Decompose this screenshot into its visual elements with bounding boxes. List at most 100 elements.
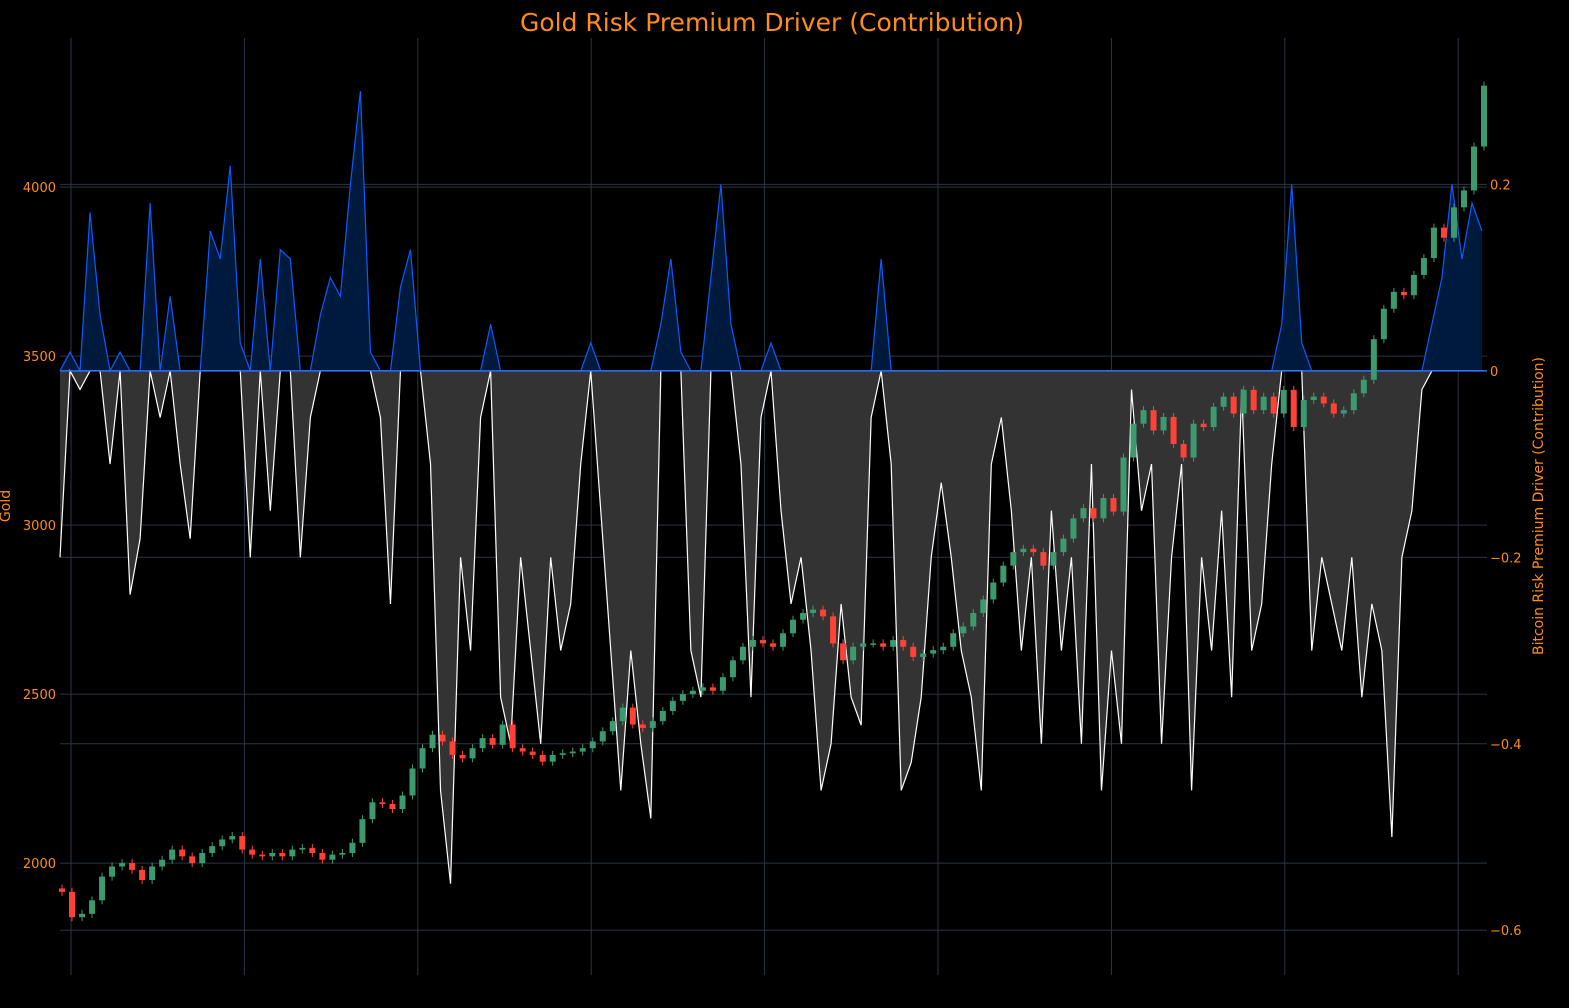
candle-down xyxy=(1110,498,1117,512)
candle-up xyxy=(469,748,476,759)
candle-down xyxy=(1180,443,1187,458)
candle-up xyxy=(1380,308,1387,340)
candle-up xyxy=(599,731,606,742)
candle-up xyxy=(719,677,726,691)
candle-up xyxy=(729,660,736,678)
candle-up xyxy=(1020,548,1027,553)
candle-up xyxy=(1160,416,1167,431)
candle-up xyxy=(960,626,967,634)
candle-down xyxy=(1170,416,1177,444)
candle-up xyxy=(1050,552,1057,566)
candle-down xyxy=(709,687,716,691)
candle-down xyxy=(910,646,917,657)
candle-up xyxy=(1060,538,1067,553)
candle-up xyxy=(749,640,756,647)
candle-up xyxy=(269,852,276,857)
candle-down xyxy=(379,802,386,804)
candle-up xyxy=(559,753,566,755)
candle-up xyxy=(739,646,746,661)
candle-up xyxy=(229,836,236,840)
candle-up xyxy=(699,687,706,691)
candle-up xyxy=(609,721,616,732)
candle-up xyxy=(1410,274,1417,296)
left-axis-label: Gold xyxy=(0,490,14,522)
candle-up xyxy=(399,795,406,810)
candle-down xyxy=(639,724,646,728)
candle-down xyxy=(489,738,496,745)
candle-down xyxy=(259,854,266,857)
candle-up xyxy=(199,852,206,864)
candle-down xyxy=(770,643,776,647)
candle-up xyxy=(780,633,787,647)
candle-down xyxy=(529,751,536,755)
candle-up xyxy=(1010,552,1017,566)
candle-down xyxy=(1200,423,1207,428)
candle-down xyxy=(129,863,136,870)
candle-up xyxy=(109,866,116,877)
left-tick-label: 2000 xyxy=(23,857,56,872)
candle-down xyxy=(840,643,847,661)
candle-down xyxy=(389,803,396,810)
candle-down xyxy=(1330,403,1337,414)
candle-down xyxy=(629,707,636,725)
candle-down xyxy=(179,849,186,857)
chart: 2000 2500 3000 3500 4000 0.2 0 −0.2 −0.4 −0.6 Gol… xyxy=(0,8,1547,975)
candle-down xyxy=(1320,396,1327,404)
candle-up xyxy=(1420,258,1427,275)
candle-up xyxy=(1360,379,1367,394)
candle-up xyxy=(1340,410,1347,414)
candle-up xyxy=(99,876,106,901)
candle-up xyxy=(930,650,937,654)
positive-line xyxy=(59,91,1483,373)
candle-down xyxy=(439,734,446,742)
candle-up xyxy=(950,633,957,647)
candle-down xyxy=(319,852,326,860)
candle-up xyxy=(659,711,666,722)
candle-up xyxy=(159,859,166,867)
candle-down xyxy=(1290,389,1297,428)
candle-down xyxy=(459,754,466,759)
candle-up xyxy=(1470,146,1477,191)
candle-up xyxy=(359,819,366,843)
candle-up xyxy=(419,748,426,769)
candle-up xyxy=(589,741,596,749)
right-tick-label: −0.6 xyxy=(1490,924,1522,939)
candle-up xyxy=(569,751,576,754)
candle-down xyxy=(1090,508,1097,519)
candle-up xyxy=(860,643,867,647)
candle-up xyxy=(679,694,686,701)
candle-up xyxy=(499,724,506,745)
left-tick-label: 2500 xyxy=(23,688,56,703)
contribution-series xyxy=(59,91,1487,884)
candle-down xyxy=(1150,410,1157,431)
candle-up xyxy=(479,738,486,749)
candle-up xyxy=(800,612,807,620)
candle-up xyxy=(1350,393,1357,411)
candle-down xyxy=(1400,291,1407,296)
candle-up xyxy=(289,849,296,857)
candle-down xyxy=(880,643,887,647)
candle-up xyxy=(1280,389,1287,414)
candle-up xyxy=(1370,339,1377,380)
candle-up xyxy=(689,690,696,695)
chart-title: Gold Risk Premium Driver (Contribution) xyxy=(520,8,1024,37)
candle-down xyxy=(59,888,65,892)
grid xyxy=(60,38,1487,975)
candle-down xyxy=(900,640,907,647)
candle-up xyxy=(1450,207,1457,238)
candle-down xyxy=(249,849,256,855)
candle-up xyxy=(810,609,817,613)
candle-up xyxy=(429,734,436,749)
candle-up xyxy=(89,900,96,914)
candle-up xyxy=(669,700,676,712)
candle-up xyxy=(1100,498,1107,519)
candle-up xyxy=(219,839,226,847)
candle-up xyxy=(1190,423,1197,458)
candle-down xyxy=(239,836,246,850)
candle-up xyxy=(940,646,947,651)
candle-down xyxy=(1040,552,1047,566)
candle-up xyxy=(549,754,556,762)
negative-area xyxy=(60,370,1482,884)
right-axis-label: Bitcoin Risk Premium Driver (Contributio… xyxy=(1531,357,1547,655)
right-tick-label: −0.4 xyxy=(1490,738,1522,753)
